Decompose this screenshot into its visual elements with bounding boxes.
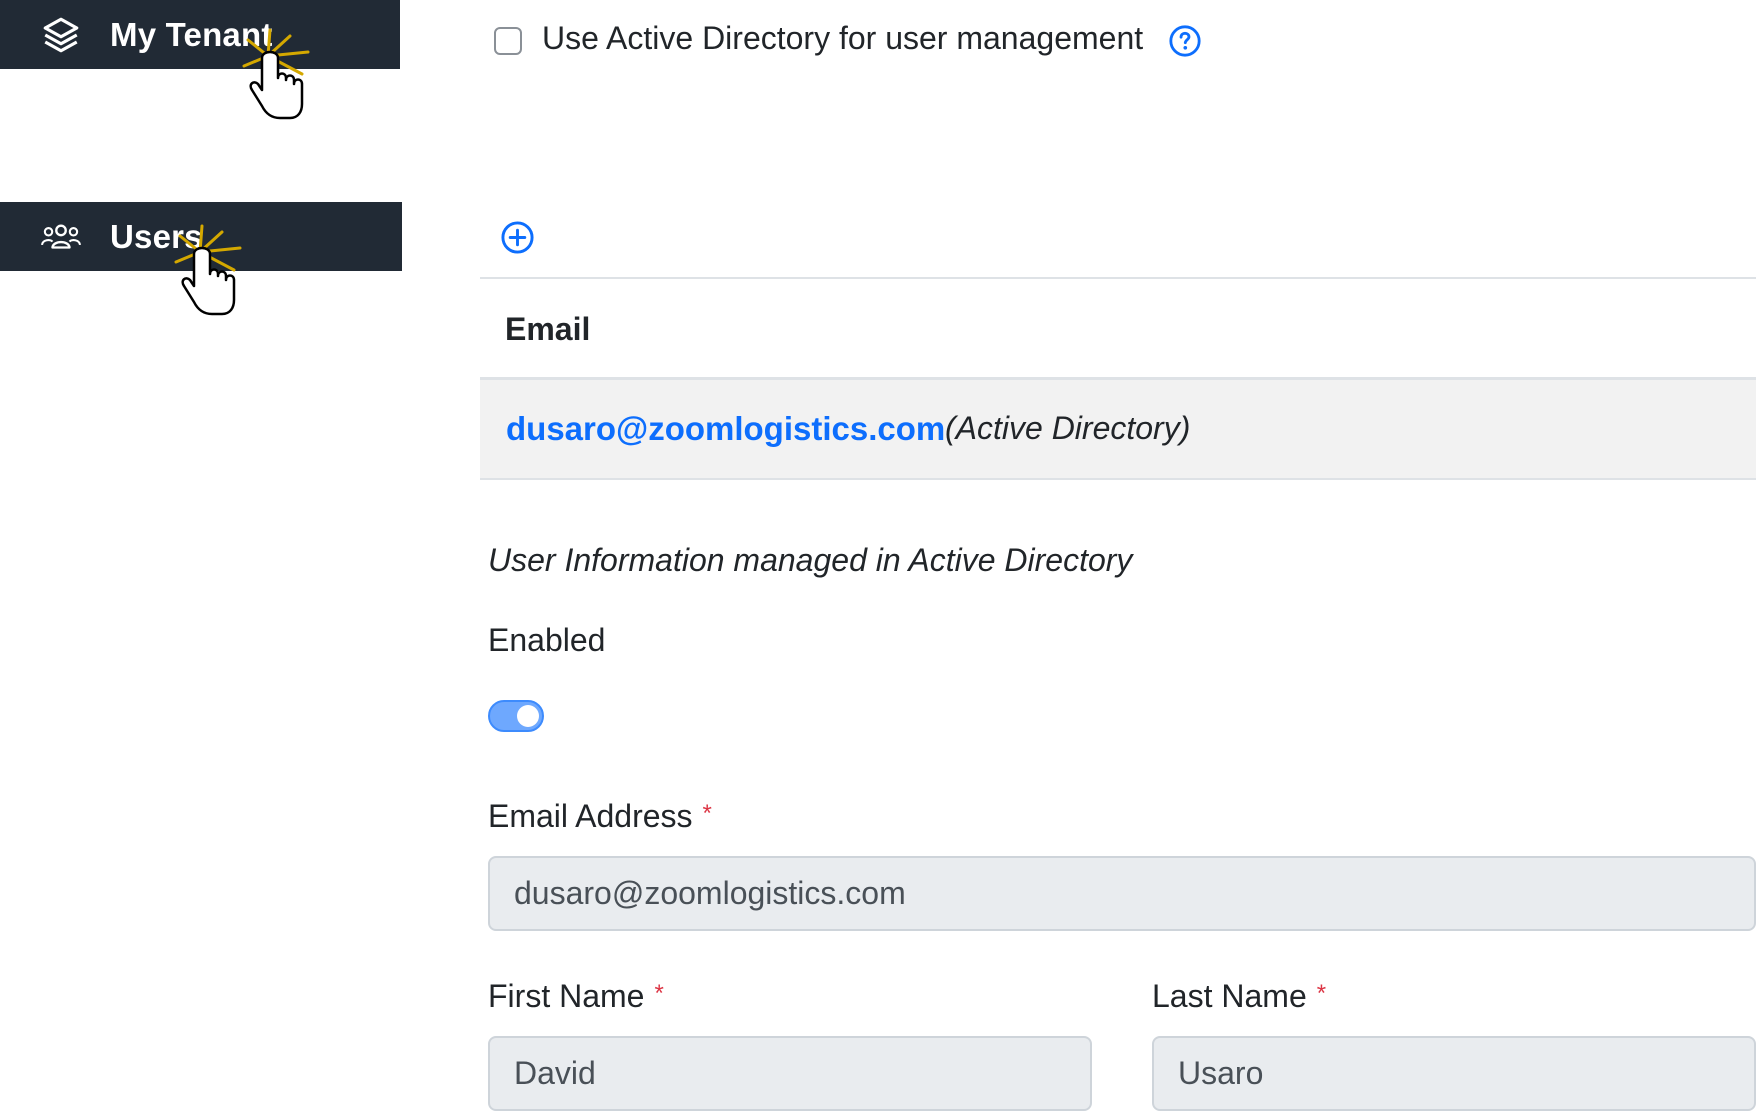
email-address-field[interactable]: dusaro@zoomlogistics.com — [488, 856, 1756, 931]
required-marker: * — [1316, 980, 1327, 1007]
sidebar-item-my-tenant[interactable]: My Tenant — [0, 0, 400, 69]
users-icon — [40, 224, 82, 249]
last-name-value: Usaro — [1178, 1055, 1264, 1091]
last-name-label: Last Name * — [1152, 978, 1327, 1014]
table-divider — [480, 277, 1756, 279]
email-address-label: Email Address * — [488, 798, 712, 834]
email-address-value: dusaro@zoomlogistics.com — [514, 875, 906, 911]
sidebar-item-users[interactable]: Users — [0, 202, 402, 271]
sidebar-item-label: My Tenant — [110, 15, 273, 53]
use-active-directory-label[interactable]: Use Active Directory for user management — [542, 20, 1143, 57]
layers-icon — [43, 17, 79, 52]
required-marker: * — [654, 980, 664, 1007]
table-divider — [480, 478, 1756, 480]
use-active-directory-checkbox[interactable] — [494, 27, 522, 55]
enabled-toggle[interactable] — [488, 700, 544, 732]
user-source-note: (Active Directory) — [945, 410, 1191, 446]
managed-note: User Information managed in Active Direc… — [488, 542, 1133, 578]
first-name-field[interactable]: David — [488, 1036, 1092, 1111]
first-name-label: First Name * — [488, 978, 664, 1014]
last-name-field[interactable]: Usaro — [1152, 1036, 1756, 1111]
enabled-label: Enabled — [488, 622, 606, 658]
add-user-button[interactable] — [500, 220, 535, 255]
help-icon[interactable] — [1168, 24, 1202, 58]
toggle-knob — [517, 705, 539, 727]
required-marker: * — [702, 800, 712, 827]
first-name-value: David — [514, 1055, 596, 1091]
sidebar-item-label: Users — [110, 217, 203, 255]
table-header-email: Email — [505, 311, 591, 347]
user-email-link[interactable]: dusaro@zoomlogistics.com — [506, 410, 945, 448]
